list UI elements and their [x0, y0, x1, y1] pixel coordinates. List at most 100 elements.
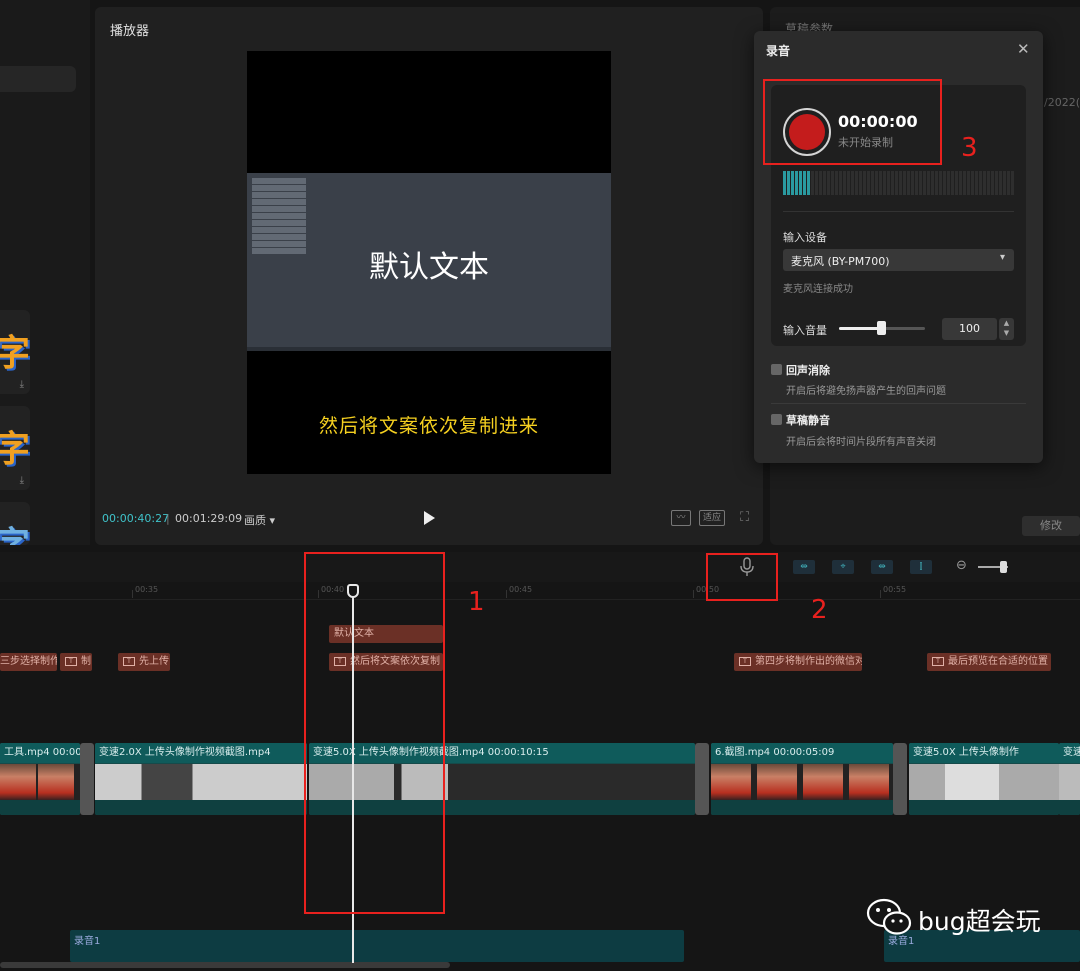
ratio-button[interactable]: 适应 — [699, 510, 725, 526]
meter-bar — [1011, 171, 1014, 195]
video-clip-label: 变速5.0X 上传头像制作 — [909, 743, 1059, 763]
video-clip[interactable]: 变速5.0X 上传头像制作 — [909, 743, 1059, 815]
meter-bar — [911, 171, 914, 195]
meter-bar — [891, 171, 894, 195]
meter-bar — [847, 171, 850, 195]
play-icon[interactable] — [422, 510, 436, 526]
text-clip[interactable]: T 最后预览在合适的位置 — [927, 653, 1051, 671]
waveform-icon[interactable]: 〰 — [671, 510, 691, 526]
meter-bar — [879, 171, 882, 195]
preview-default-text: 默认文本 — [369, 250, 489, 285]
meter-bar — [919, 171, 922, 195]
volume-slider-fill — [839, 327, 882, 330]
text-clip[interactable]: T制 — [60, 653, 92, 671]
modify-button[interactable]: 修改 — [1022, 516, 1080, 536]
meter-bar — [947, 171, 950, 195]
meter-bar — [991, 171, 994, 195]
timeline-ruler[interactable] — [0, 582, 1080, 600]
meter-bar — [791, 171, 794, 195]
snap-icon[interactable]: ⌖ — [832, 560, 854, 574]
template-preview-icon: 字 — [0, 516, 30, 545]
meter-bar — [951, 171, 954, 195]
meter-bar — [931, 171, 934, 195]
material-search-input[interactable] — [0, 66, 76, 92]
text-clip[interactable]: 三步选择制作 — [0, 653, 57, 671]
meter-bar — [1003, 171, 1006, 195]
current-time: 00:00:40:27 — [102, 512, 170, 525]
download-icon[interactable]: ⤓ — [20, 475, 24, 486]
meter-bar — [823, 171, 826, 195]
meter-bar — [943, 171, 946, 195]
text-clip-label: 第四步将制作出的微信对 — [755, 656, 862, 667]
meter-bar — [923, 171, 926, 195]
divider — [771, 403, 1026, 404]
video-clip[interactable]: 变速2.0X 上传头像制作视频截图.mp4 — [95, 743, 307, 815]
total-time: 00:01:29:09 — [175, 512, 243, 525]
meter-bar — [987, 171, 990, 195]
clip-trim-handle[interactable] — [695, 743, 709, 815]
meter-bar — [959, 171, 962, 195]
split-icon[interactable]: ⫿ — [910, 560, 932, 574]
video-clip-footer — [95, 800, 307, 815]
ruler-tick — [880, 590, 881, 598]
clip-trim-handle[interactable] — [893, 743, 907, 815]
ruler-tick — [132, 590, 133, 598]
draft-mute-checkbox[interactable] — [771, 414, 782, 425]
text-template-item[interactable]: 字 ⤓ — [0, 310, 30, 394]
annotation-number-3: 3 — [961, 133, 978, 163]
video-clip-footer — [711, 800, 893, 815]
fullscreen-icon[interactable]: ⛶ — [740, 510, 749, 525]
audio-clip[interactable]: 录音1 — [70, 930, 684, 962]
meter-bar — [935, 171, 938, 195]
meter-bar — [895, 171, 898, 195]
quality-dropdown[interactable]: 画质 ▾ — [244, 512, 275, 528]
meter-bar — [915, 171, 918, 195]
volume-stepper[interactable]: ▲ ▼ — [999, 318, 1014, 340]
echo-cancel-label: 回声消除 — [786, 364, 830, 377]
echo-cancel-checkbox[interactable] — [771, 364, 782, 375]
preview-screenshot-statusbar — [247, 347, 611, 351]
ruler-tick — [506, 590, 507, 598]
volume-input[interactable]: 100 — [942, 318, 997, 340]
zoom-slider-handle[interactable] — [1000, 561, 1007, 573]
meter-bar — [967, 171, 970, 195]
close-icon[interactable]: ✕ — [1017, 40, 1030, 58]
volume-slider-handle[interactable] — [877, 321, 886, 335]
meter-bar — [875, 171, 878, 195]
ruler-label: 00:35 — [135, 585, 159, 594]
video-clip[interactable]: 变速 — [1059, 743, 1080, 815]
text-template-item[interactable]: 字 — [0, 502, 30, 545]
text-clip[interactable]: T 先上传 — [118, 653, 170, 671]
text-template-item[interactable]: 字 ⤓ — [0, 406, 30, 490]
link-icon[interactable]: ⇹ — [793, 560, 815, 574]
timeline-scrollbar[interactable] — [0, 962, 450, 968]
meter-bar — [783, 171, 786, 195]
meter-bar — [927, 171, 930, 195]
clip-trim-handle[interactable] — [80, 743, 94, 815]
time-separator: | — [166, 512, 170, 525]
zoom-out-icon[interactable]: ⊖ — [956, 558, 967, 573]
video-clip[interactable]: 工具.mp4 00:00 — [0, 743, 80, 815]
ruler-label: 00:55 — [883, 585, 907, 594]
draft-mute-label: 草稿静音 — [786, 414, 830, 427]
meter-bar — [839, 171, 842, 195]
chevron-down-icon: ▾ — [1000, 252, 1006, 263]
editor-window: 字 ⤓ 字 ⤓ 字 播放器 默认文本 然后将文案依次复制进来 00:00:40:… — [0, 0, 1080, 971]
template-preview-icon: 字 — [0, 333, 30, 374]
highlight-box-3 — [763, 79, 942, 165]
meter-bar — [831, 171, 834, 195]
meter-bar — [871, 171, 874, 195]
meter-bar — [827, 171, 830, 195]
meter-bar — [843, 171, 846, 195]
download-icon[interactable]: ⤓ — [20, 379, 24, 390]
meter-bar — [851, 171, 854, 195]
text-icon: T — [739, 656, 751, 666]
meter-bar — [903, 171, 906, 195]
meter-bar — [787, 171, 790, 195]
meter-bar — [907, 171, 910, 195]
watermark-text: bug超会玩 — [918, 907, 1041, 936]
text-clip[interactable]: T 第四步将制作出的微信对 — [734, 653, 862, 671]
video-clip[interactable]: 6.截图.mp4 00:00:05:09 — [711, 743, 893, 815]
video-clip-label: 变速 — [1059, 743, 1080, 763]
align-icon[interactable]: ⇹ — [871, 560, 893, 574]
